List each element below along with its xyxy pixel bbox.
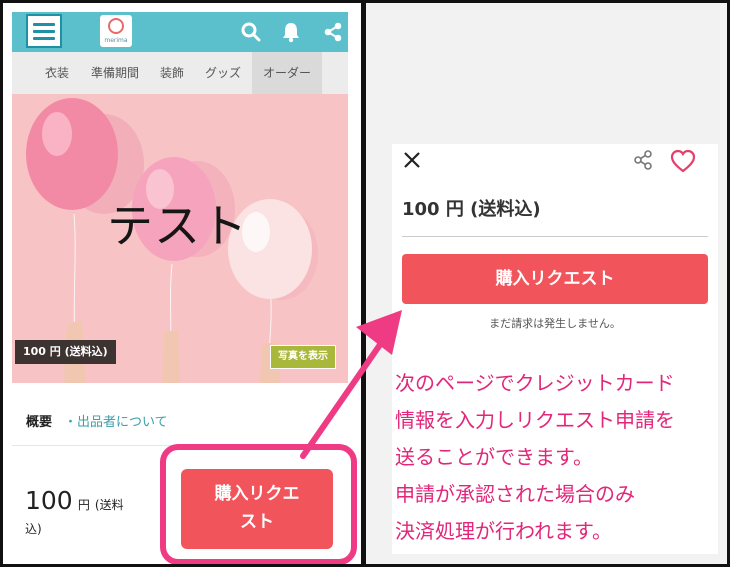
logo-icon[interactable]: merima [100, 15, 132, 47]
bell-icon[interactable] [280, 21, 302, 43]
seller-info-link[interactable]: ・出品者について [64, 411, 168, 430]
no-charge-note: まだ請求は発生しません。 [489, 317, 621, 330]
price-number: 100 [25, 486, 73, 515]
category-nav: 衣装 準備期間 装飾 グッズ オーダー [12, 52, 348, 94]
close-icon[interactable] [402, 150, 422, 170]
tab-decoration[interactable]: 装飾 [150, 52, 194, 94]
logo-text: merima [104, 37, 128, 44]
hero-image[interactable]: テスト 100 円 (送料込) 写真を表示 [12, 94, 348, 383]
heart-icon[interactable] [670, 149, 696, 173]
highlight-frame [160, 444, 357, 564]
modal-price: 100 円 (送料込) [402, 199, 541, 220]
tab-goods[interactable]: グッズ [198, 52, 248, 94]
price-unit: 円 [77, 498, 90, 512]
left-phone-screen: merima 衣装 準備期間 装飾 グッズ オーダー テスト 100 円 (送料… [0, 0, 364, 567]
search-icon[interactable] [240, 21, 262, 43]
price-note-2: 込) [25, 522, 42, 536]
show-photo-button[interactable]: 写真を表示 [270, 345, 336, 369]
menu-icon[interactable] [26, 14, 62, 48]
price-tag: 100 円 (送料込) [15, 340, 116, 364]
annotation-line-1: 次のページでクレジットカード [395, 371, 675, 395]
overview-label[interactable]: 概要 [26, 411, 52, 430]
annotation-text: 次のページでクレジットカード 情報を入力しリクエスト申請を 送ることができます。… [395, 365, 725, 550]
annotation-line-2: 情報を入力しリクエスト申請を [395, 408, 675, 432]
overview-row: 概要 ・出品者について [12, 393, 348, 446]
annotation-line-5: 決済処理が行われます。 [395, 519, 612, 543]
tab-preparation[interactable]: 準備期間 [84, 52, 146, 94]
bottom-price: 100 円 (送料 込) [25, 486, 160, 536]
annotation-line-4: 申請が承認された場合のみ [395, 482, 635, 506]
tab-order[interactable]: オーダー [252, 52, 322, 94]
share-icon[interactable] [322, 21, 344, 43]
price-note-1: (送料 [94, 498, 124, 512]
tab-costume[interactable]: 衣装 [34, 52, 80, 94]
annotation-line-3: 送ることができます。 [395, 445, 593, 469]
purchase-request-button[interactable]: 購入リクエスト [402, 254, 708, 304]
hero-title: テスト [107, 199, 248, 253]
divider [402, 236, 708, 237]
share-icon[interactable] [632, 149, 654, 171]
top-bar: merima [12, 12, 348, 52]
